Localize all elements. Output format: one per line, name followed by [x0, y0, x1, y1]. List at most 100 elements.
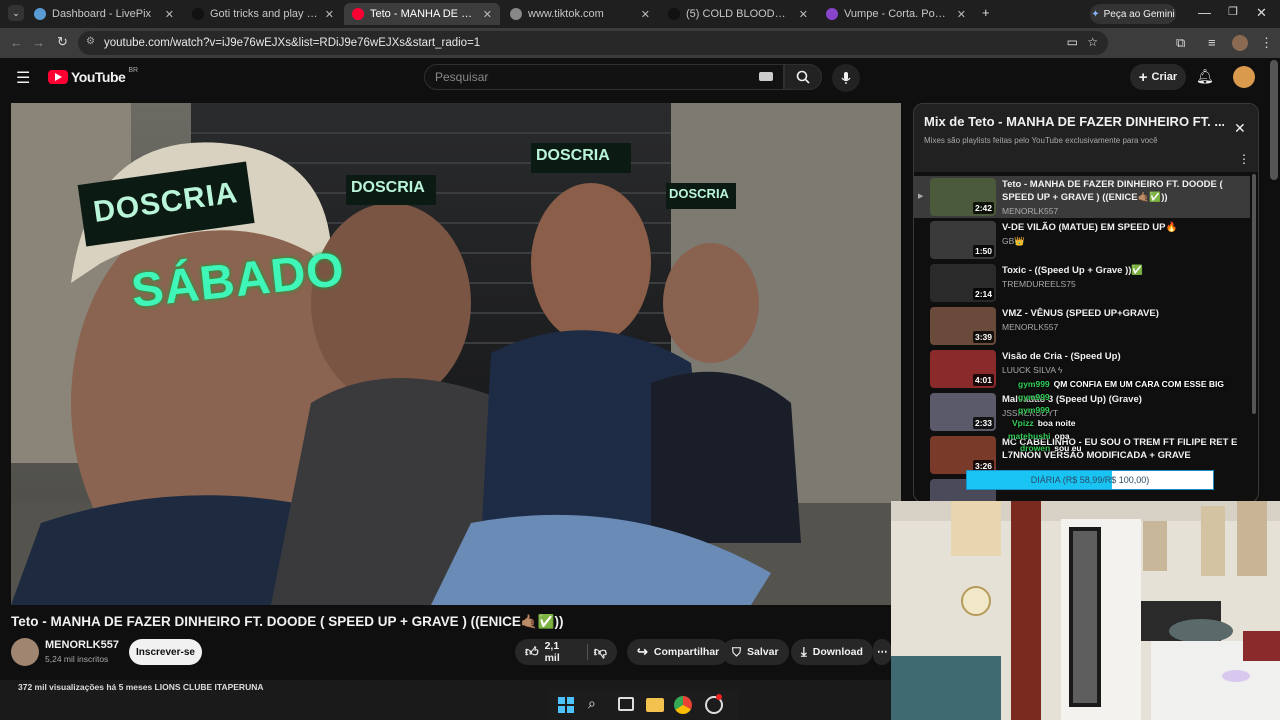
- more-actions-button[interactable]: ⋯: [873, 639, 891, 665]
- chrome-icon[interactable]: [674, 696, 692, 714]
- windows-start-icon[interactable]: [558, 697, 574, 713]
- maximize-icon[interactable]: ❐: [1228, 5, 1238, 18]
- browser-tab[interactable]: Vumpe - Corta. Posta. Pix na co ✕: [818, 3, 974, 25]
- download-button[interactable]: ⤓ Download: [791, 639, 873, 665]
- search-input[interactable]: Pesquisar: [424, 64, 784, 90]
- account-avatar[interactable]: [1233, 66, 1255, 88]
- tab-close-icon[interactable]: ✕: [325, 8, 334, 21]
- create-button[interactable]: + Criar: [1130, 64, 1186, 90]
- webcam-feed: [891, 501, 1280, 720]
- video-player[interactable]: DOSCRIA DOSCRIA DOSCRIA DOSCRIA SÁBADO: [11, 103, 901, 605]
- save-button[interactable]: ⛉ Salvar: [722, 639, 789, 665]
- forward-icon[interactable]: →: [32, 35, 45, 50]
- browser-tab[interactable]: www.tiktok.com ✕: [502, 3, 658, 25]
- browser-tab[interactable]: (5) COLD BLOODED DEGEN ✕: [660, 3, 816, 25]
- reload-icon[interactable]: ↻: [57, 34, 68, 50]
- playlist-item[interactable]: 2:33 Malvadão 3 (Speed Up) (Grave) JSSHEKU…: [914, 391, 1250, 433]
- chat-text: opa: [1054, 431, 1070, 441]
- plus-icon: +: [1138, 68, 1148, 86]
- youtube-region: BR: [128, 66, 139, 74]
- tab-favicon-icon: [826, 8, 838, 20]
- youtube-play-icon: [48, 70, 68, 84]
- browser-tab[interactable]: Goti tricks and play ideas for ku ✕: [184, 3, 342, 25]
- search-button[interactable]: [784, 64, 822, 90]
- description-box[interactable]: 372 mil visualizações há 5 meses LIONS C…: [0, 680, 891, 720]
- new-tab-icon[interactable]: +: [982, 5, 990, 20]
- playlist-thumbnail[interactable]: 3:39: [930, 307, 996, 345]
- chat-message: Vpizz boa noite: [1012, 418, 1076, 428]
- back-icon[interactable]: ←: [10, 35, 23, 50]
- extensions-icon[interactable]: ⧉: [1176, 35, 1185, 51]
- dislike-icon[interactable]: 👎︎: [594, 644, 607, 660]
- video-duration: 2:42: [972, 202, 994, 214]
- bookmark-icon: ⛉: [732, 644, 742, 659]
- channel-avatar[interactable]: [11, 638, 39, 666]
- playlist-item[interactable]: 3:39 VMZ - VÊNUS (SPEED UP+GRAVE) MENORLK5…: [914, 305, 1250, 347]
- share-icon: ↪: [637, 644, 648, 659]
- notifications-bell-icon[interactable]: 🔔︎: [1196, 68, 1214, 85]
- playlist-thumbnail[interactable]: 4:01: [930, 350, 996, 388]
- close-playlist-icon[interactable]: ✕: [1234, 120, 1246, 137]
- channel-name[interactable]: MENORLK557: [45, 639, 119, 651]
- playlist-menu-icon[interactable]: ⋮: [1238, 152, 1250, 166]
- tab-search-icon[interactable]: ⌄: [8, 5, 24, 21]
- close-window-icon[interactable]: ✕: [1256, 5, 1267, 21]
- tab-close-icon[interactable]: ✕: [483, 8, 492, 21]
- playlist-thumbnail[interactable]: 3:26: [930, 436, 996, 474]
- video-title: Teto - MANHA DE FAZER DINHEIRO FT. DOODE…: [11, 614, 564, 629]
- tab-label: Dashboard - LivePix: [52, 8, 152, 20]
- playlist-thumbnail[interactable]: 2:42: [930, 178, 996, 216]
- tab-close-icon[interactable]: ✕: [799, 8, 808, 21]
- tab-label: www.tiktok.com: [528, 8, 604, 20]
- share-button[interactable]: ↪ Compartilhar: [627, 639, 730, 665]
- playlist-item[interactable]: 1:50 V-DE VILÃO (MATUE) EM SPEED UP🔥 GB👑: [914, 219, 1250, 261]
- chat-username: drowen: [1020, 443, 1051, 453]
- youtube-logo[interactable]: YouTube BR: [48, 66, 139, 85]
- create-label: Criar: [1151, 71, 1178, 83]
- voice-search-button[interactable]: [832, 64, 860, 92]
- like-count[interactable]: 2,1 mil: [545, 640, 575, 664]
- playlist-thumbnail[interactable]: 1:50: [930, 221, 996, 259]
- keyboard-icon[interactable]: [759, 72, 773, 81]
- browser-menu-icon[interactable]: ⋮: [1260, 35, 1273, 51]
- gemini-button[interactable]: ✦ Peça ao Gemini: [1090, 4, 1176, 24]
- site-info-icon[interactable]: ⚙: [86, 36, 95, 47]
- tab-close-icon[interactable]: ✕: [641, 8, 650, 21]
- taskbar-search-icon[interactable]: ⌕: [588, 695, 596, 712]
- playlist-item-channel: MENORLK557: [1002, 322, 1059, 332]
- page-scrollbar[interactable]: [1270, 60, 1278, 180]
- gemini-label: Peça ao Gemini: [1103, 8, 1175, 20]
- video-duration: 2:33: [972, 417, 994, 429]
- windows-taskbar: ⌕: [548, 690, 738, 720]
- bookmark-star-icon[interactable]: ☆: [1087, 35, 1098, 49]
- playlist-item[interactable]: 2:14 Toxic - ((Speed Up + Grave ))✅ TREMDU…: [914, 262, 1250, 304]
- like-icon[interactable]: 👍︎: [525, 644, 539, 660]
- reading-list-icon[interactable]: ≡: [1208, 35, 1216, 50]
- task-view-icon[interactable]: [618, 697, 634, 711]
- browser-tab[interactable]: Dashboard - LivePix ✕: [26, 3, 182, 25]
- tab-close-icon[interactable]: ✕: [957, 8, 966, 21]
- minimize-icon[interactable]: —: [1198, 5, 1211, 20]
- subscribe-button[interactable]: Inscrever-se: [129, 639, 202, 665]
- playlist-title: Mix de Teto - MANHA DE FAZER DINHEIRO FT…: [924, 114, 1224, 129]
- profile-avatar[interactable]: [1232, 35, 1248, 51]
- tab-close-icon[interactable]: ✕: [165, 8, 174, 21]
- address-bar[interactable]: ⚙ youtube.com/watch?v=iJ9e76wEJXs&list=R…: [78, 31, 1108, 55]
- tab-label: (5) COLD BLOODED DEGEN: [686, 8, 793, 20]
- chat-username: matehushi: [1008, 431, 1051, 441]
- webcam-scene: [891, 501, 1280, 720]
- playlist-scrollbar[interactable]: [1252, 174, 1256, 414]
- gemini-icon: ✦: [1091, 8, 1100, 20]
- tab-favicon-icon: [34, 8, 46, 20]
- browser-tab[interactable]: Teto - MANHA DE FAZER D ✕: [344, 3, 500, 25]
- playlist-thumbnail[interactable]: 2:33: [930, 393, 996, 431]
- playlist-item-title: V-DE VILÃO (MATUE) EM SPEED UP🔥: [1002, 222, 1178, 233]
- chat-message: matehushi opa: [1008, 431, 1070, 441]
- cast-icon[interactable]: ▭: [1067, 35, 1078, 49]
- playlist-thumbnail[interactable]: 2:14: [930, 264, 996, 302]
- hamburger-menu-icon[interactable]: ☰: [16, 68, 30, 88]
- playlist-item[interactable]: ▶ 2:42 Teto - MANHA DE FAZER DINHEIRO FT. …: [914, 176, 1250, 218]
- tab-favicon-icon: [510, 8, 522, 20]
- file-explorer-icon[interactable]: [646, 698, 664, 712]
- video-frame: [11, 103, 901, 605]
